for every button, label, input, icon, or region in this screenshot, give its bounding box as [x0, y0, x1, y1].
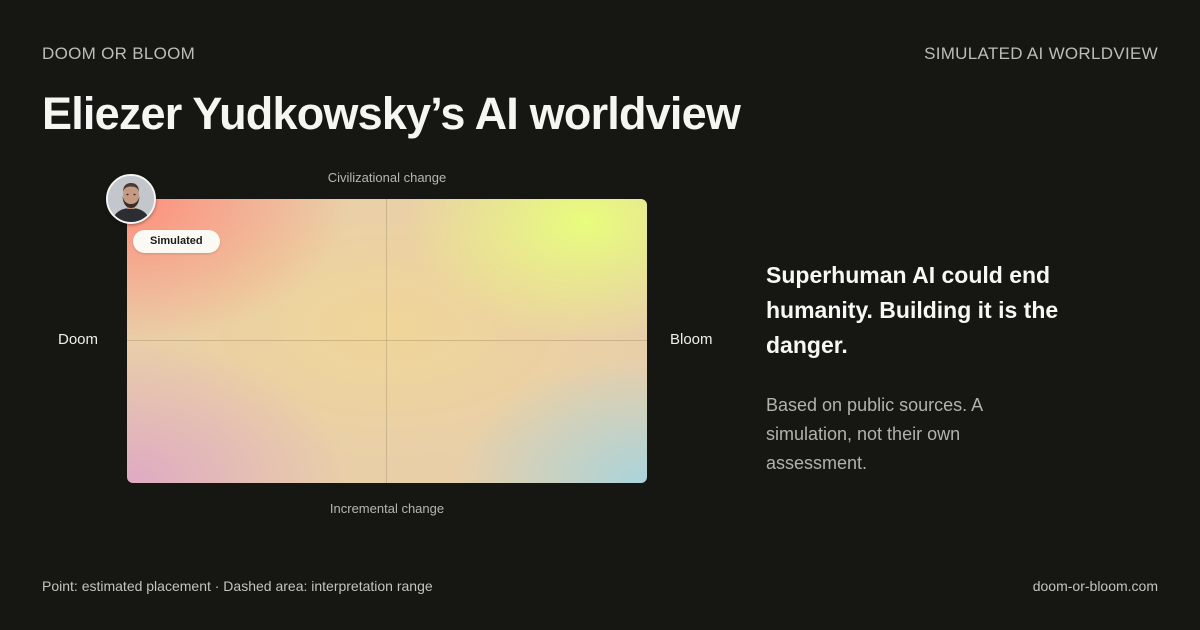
legend-note: Point: estimated placement · Dashed area… — [42, 578, 433, 594]
page-title: Eliezer Yudkowsky’s AI worldview — [42, 88, 741, 139]
axis-label-bottom: Incremental change — [329, 501, 445, 516]
source-note: Based on public sources. A simulation, n… — [766, 395, 983, 473]
worldview-headline: Superhuman AI could end humanity. Buildi… — [766, 262, 1059, 358]
simulated-badge: Simulated — [133, 230, 220, 253]
axis-label-right: Bloom — [670, 331, 713, 348]
brand-label: DOOM OR BLOOM — [42, 44, 196, 63]
axis-label-left: Doom — [58, 331, 99, 348]
vertical-gridline — [386, 199, 387, 483]
worldview-tag: SIMULATED AI WORLDVIEW — [924, 44, 1158, 63]
horizontal-gridline — [127, 340, 647, 341]
axis-label-top: Civilizational change — [327, 170, 447, 185]
person-avatar-icon — [106, 174, 156, 224]
avatar-portrait — [108, 176, 154, 222]
site-link[interactable]: doom-or-bloom.com — [1033, 578, 1158, 594]
